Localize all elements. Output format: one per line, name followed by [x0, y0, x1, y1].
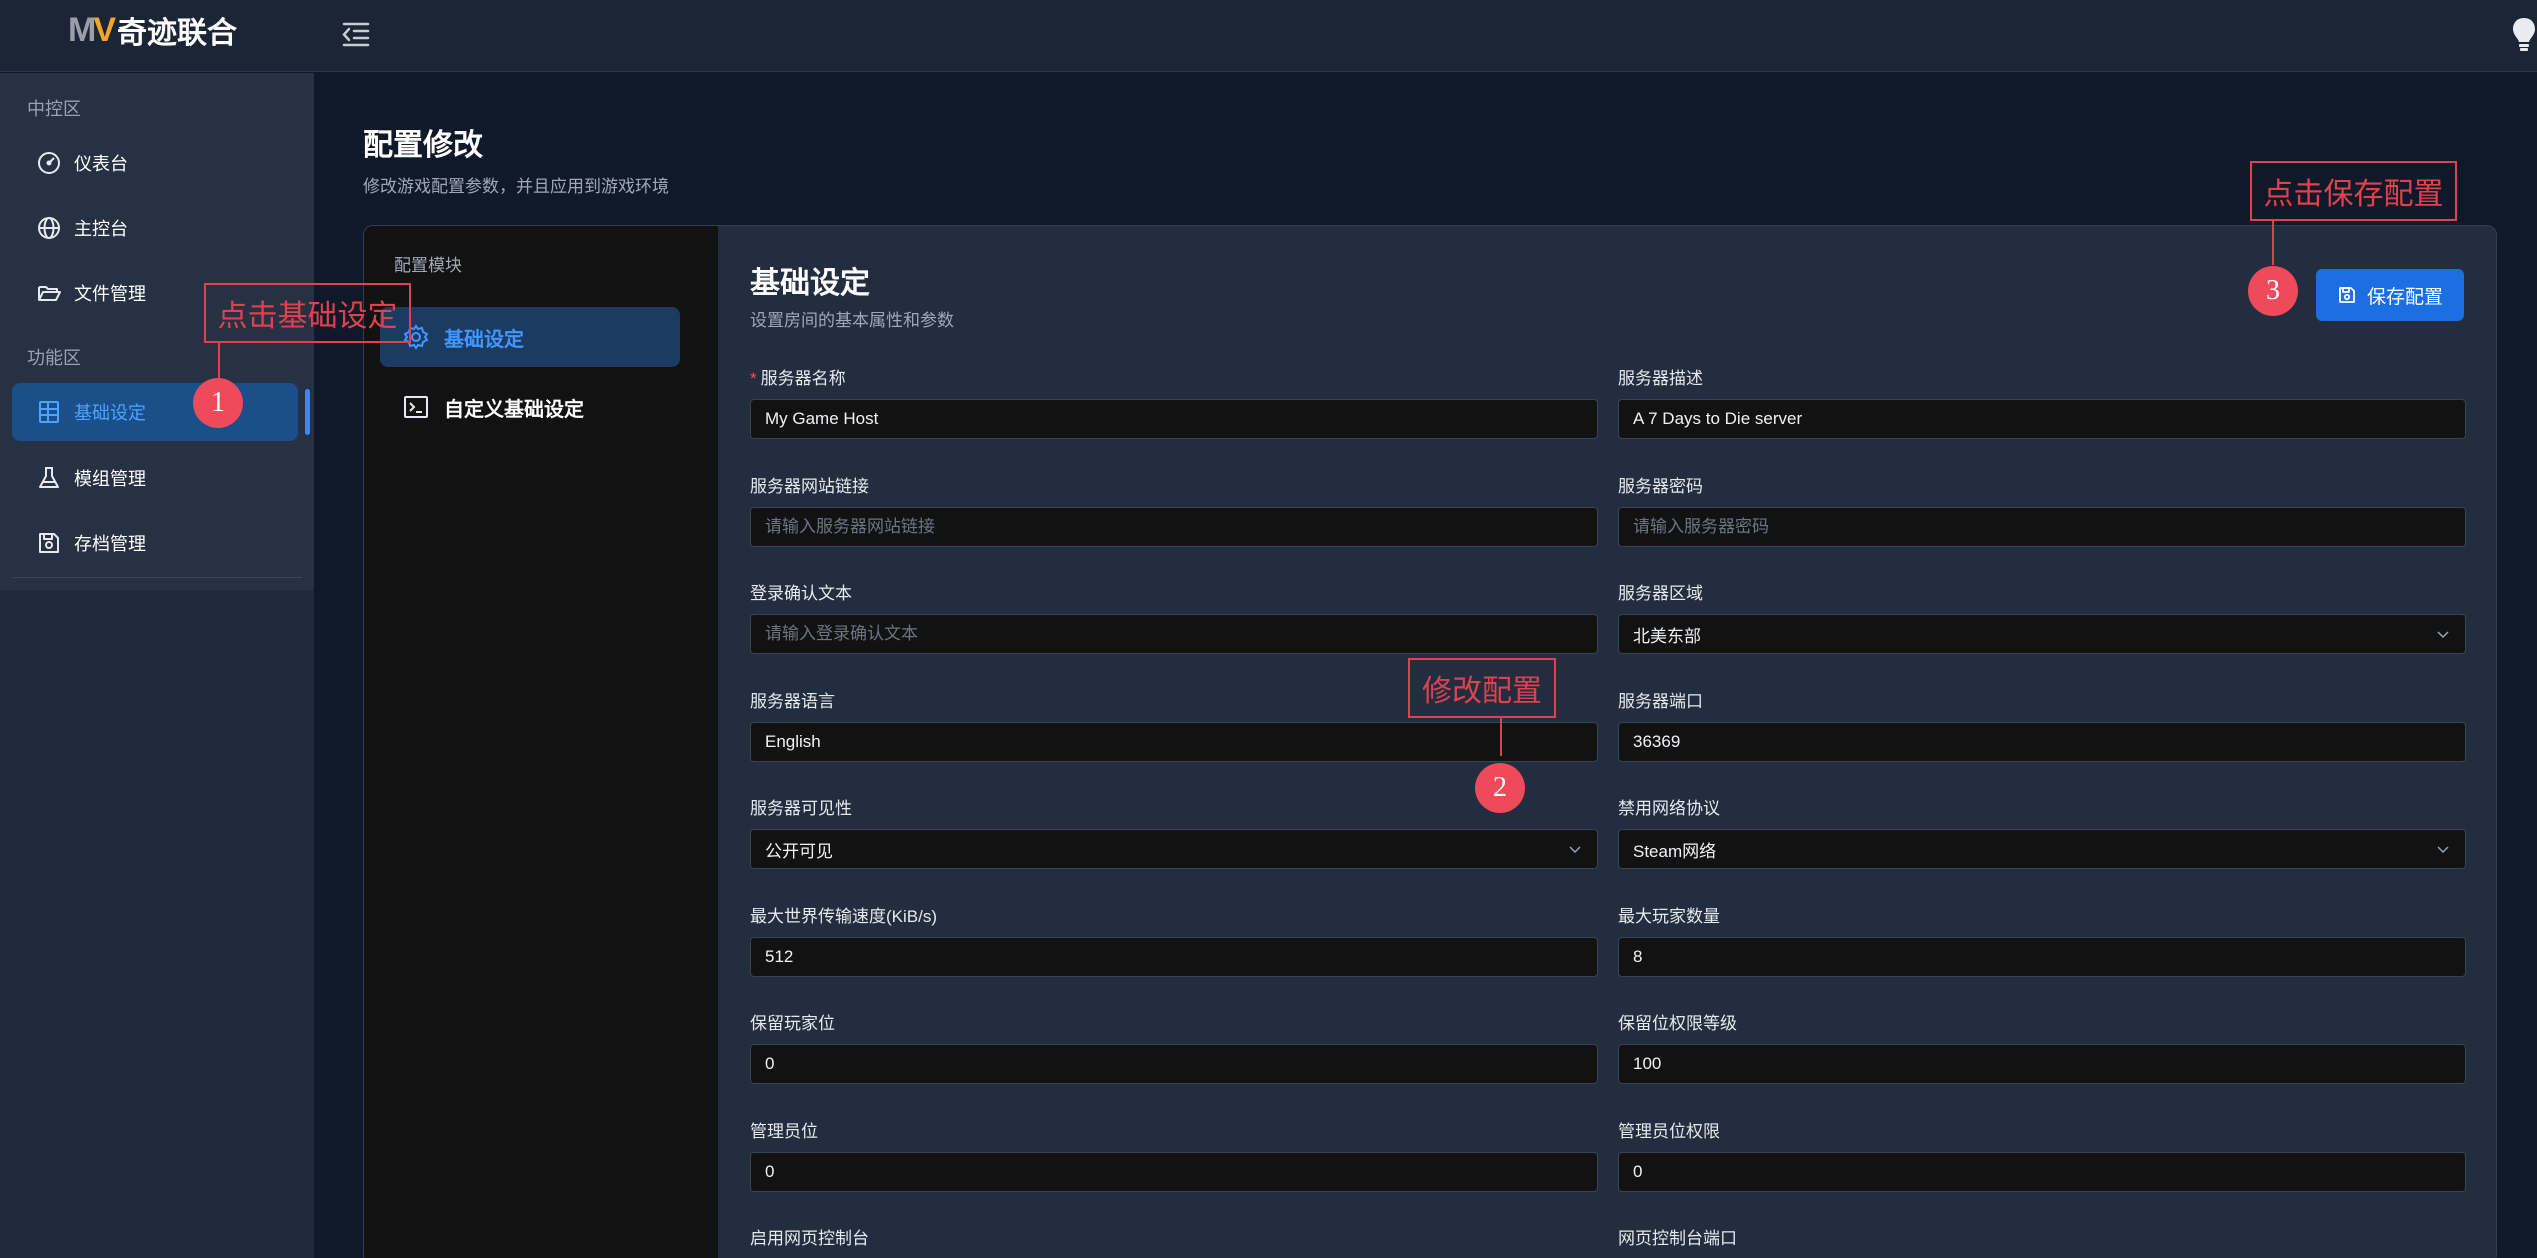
- sidebar-divider: [12, 577, 302, 578]
- server-desc-input[interactable]: [1618, 399, 2466, 439]
- sidebar-item-label: 文件管理: [74, 284, 146, 304]
- annotation-marker-1: 1: [193, 378, 243, 428]
- server-password-input[interactable]: [1618, 507, 2466, 547]
- reserved-perm-level-label: 保留位权限等级: [1618, 1014, 1737, 1033]
- disabled-protocol-select[interactable]: Steam网络: [1618, 829, 2466, 869]
- sidebar-item-label: 模组管理: [74, 469, 146, 489]
- server-url-label: 服务器网站链接: [750, 477, 869, 496]
- server-icon: [39, 401, 59, 423]
- server-desc-label: 服务器描述: [1618, 369, 1703, 388]
- sidebar-item-basic-settings[interactable]: 基础设定: [12, 383, 310, 441]
- module-item-basic-settings[interactable]: 基础设定: [380, 307, 680, 367]
- app-logo[interactable]: MV 奇迹联合: [68, 10, 238, 51]
- annotation-line-1: [218, 343, 220, 378]
- chevron-down-icon: [2437, 631, 2449, 639]
- page-subtitle: 修改游戏配置参数，并且应用到游戏环境: [363, 177, 669, 196]
- terminal-icon: [404, 396, 428, 418]
- module-item-custom-settings[interactable]: 自定义基础设定: [380, 377, 680, 437]
- save-config-button[interactable]: 保存配置: [2316, 269, 2464, 321]
- globe-icon: [38, 217, 60, 239]
- reserved-perm-level-input[interactable]: [1618, 1044, 2466, 1084]
- server-language-input[interactable]: [750, 722, 1598, 762]
- section-title: 基础设定: [750, 267, 870, 300]
- reserved-slots-label: 保留玩家位: [750, 1014, 835, 1033]
- max-players-label: 最大玩家数量: [1618, 907, 1720, 926]
- chevron-down-icon: [1569, 846, 1581, 854]
- max-world-transfer-label: 最大世界传输速度(KiB/s): [750, 907, 937, 926]
- lightbulb-icon[interactable]: [2511, 16, 2537, 56]
- reserved-slots-input[interactable]: [750, 1044, 1598, 1084]
- section-subtitle: 设置房间的基本属性和参数: [750, 311, 954, 330]
- server-url-input[interactable]: [750, 507, 1598, 547]
- save-config-label: 保存配置: [2366, 286, 2443, 308]
- flask-icon: [39, 467, 59, 488]
- admin-perm-label: 管理员位权限: [1618, 1122, 1720, 1141]
- sidebar-item-label: 仪表台: [74, 154, 128, 174]
- logo-text: 奇迹联合: [117, 17, 238, 50]
- server-port-label: 服务器端口: [1618, 692, 1703, 711]
- top-bar: MV 奇迹联合: [0, 0, 2537, 72]
- dashboard-icon: [38, 152, 60, 174]
- login-text-label: 登录确认文本: [750, 584, 852, 603]
- save-icon: [2339, 287, 2355, 303]
- save-icon: [39, 533, 59, 553]
- web-console-enabled-label: 启用网页控制台: [750, 1229, 869, 1248]
- sidebar-item-label: 存档管理: [74, 534, 146, 554]
- server-password-label: 服务器密码: [1618, 477, 1703, 496]
- server-visibility-select[interactable]: 公开可见: [750, 829, 1598, 869]
- server-name-input[interactable]: [750, 399, 1598, 439]
- module-panel: 配置模块 基础设定 自定义基础设定: [364, 226, 718, 1258]
- active-indicator: [305, 389, 310, 435]
- chevron-down-icon: [2437, 846, 2449, 854]
- sidebar: 中控区 仪表台 主控台 文件管理 功能区 基础设定 模组管理 存档管理: [0, 73, 314, 1258]
- sidebar-item-saves[interactable]: 存档管理: [12, 514, 298, 572]
- max-players-input[interactable]: [1618, 937, 2466, 977]
- sidebar-item-label: 基础设定: [74, 403, 146, 423]
- admin-slots-input[interactable]: [750, 1152, 1598, 1192]
- server-visibility-value: 公开可见: [765, 841, 833, 861]
- web-console-port-label: 网页控制台端口: [1618, 1229, 1737, 1248]
- module-panel-title: 配置模块: [394, 256, 462, 275]
- config-card: 配置模块 基础设定 自定义基础设定 基础设定 设置房间的基本属性和参数 保存配置…: [363, 225, 2497, 1258]
- annotation-box-3: 点击保存配置: [2250, 161, 2457, 221]
- sidebar-item-mods[interactable]: 模组管理: [12, 449, 298, 507]
- server-language-label: 服务器语言: [750, 692, 835, 711]
- sidebar-item-dashboard[interactable]: 仪表台: [12, 134, 298, 192]
- module-item-label: 自定义基础设定: [444, 398, 584, 421]
- sidebar-item-console[interactable]: 主控台: [12, 199, 298, 257]
- annotation-marker-3: 3: [2248, 266, 2298, 316]
- server-port-input[interactable]: [1618, 722, 2466, 762]
- sidebar-group-central: 中控区: [27, 99, 81, 119]
- max-world-transfer-input[interactable]: [750, 937, 1598, 977]
- login-text-input[interactable]: [750, 614, 1598, 654]
- server-region-value: 北美东部: [1633, 626, 1701, 646]
- annotation-box-2: 修改配置: [1408, 658, 1556, 718]
- admin-slots-label: 管理员位: [750, 1122, 818, 1141]
- server-visibility-label: 服务器可见性: [750, 799, 852, 818]
- page-title: 配置修改: [363, 129, 483, 162]
- sidebar-item-label: 主控台: [74, 219, 128, 239]
- sidebar-group-function: 功能区: [27, 348, 81, 368]
- annotation-line-2: [1500, 718, 1502, 756]
- folder-icon: [38, 286, 61, 301]
- server-region-select[interactable]: 北美东部: [1618, 614, 2466, 654]
- logo-mark: MV: [68, 10, 116, 49]
- admin-perm-input[interactable]: [1618, 1152, 2466, 1192]
- disabled-protocol-value: Steam网络: [1633, 841, 1717, 861]
- disabled-protocol-label: 禁用网络协议: [1618, 799, 1720, 818]
- server-name-label: * 服务器名称: [750, 369, 846, 388]
- server-region-label: 服务器区域: [1618, 584, 1703, 603]
- annotation-marker-2: 2: [1475, 763, 1525, 813]
- module-item-label: 基础设定: [444, 328, 524, 351]
- menu-fold-icon[interactable]: [340, 20, 372, 48]
- annotation-line-3: [2272, 221, 2274, 265]
- annotation-box-1: 点击基础设定: [204, 283, 411, 343]
